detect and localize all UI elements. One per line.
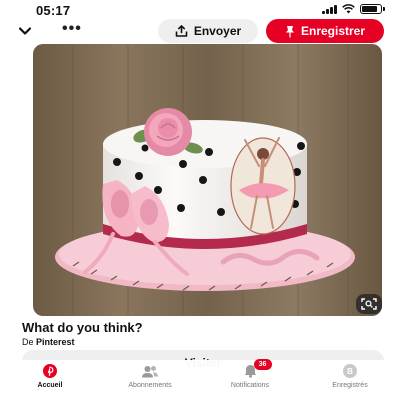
nav-item-home[interactable]: Accueil bbox=[10, 364, 90, 389]
pinterest-logo-icon bbox=[43, 364, 57, 378]
source-prefix: De bbox=[22, 337, 34, 347]
nav-label-notifications: Notifications bbox=[230, 382, 270, 389]
pin-image[interactable] bbox=[33, 44, 382, 316]
pin-title: What do you think? bbox=[22, 320, 143, 335]
visual-search-button[interactable] bbox=[356, 294, 382, 314]
save-label: Enregistrer bbox=[300, 24, 366, 38]
more-icon[interactable]: ••• bbox=[62, 20, 82, 38]
visual-search-icon bbox=[361, 298, 377, 310]
pin-icon bbox=[285, 25, 294, 37]
pin-source: De Pinterest bbox=[22, 337, 75, 347]
people-icon bbox=[142, 365, 158, 377]
status-bar: 05:17 bbox=[0, 0, 400, 20]
nav-label-saved: Enregistrés bbox=[332, 382, 368, 389]
send-label: Envoyer bbox=[193, 24, 242, 38]
nav-item-following[interactable]: Abonnements bbox=[110, 364, 190, 389]
wifi-icon bbox=[342, 4, 355, 14]
notification-badge: 36 bbox=[253, 359, 272, 370]
chevron-down-icon[interactable] bbox=[16, 22, 34, 40]
nav-label-following: Abonnements bbox=[128, 382, 172, 389]
signal-icon bbox=[322, 4, 337, 14]
profile-icon: B bbox=[343, 364, 357, 378]
source-name[interactable]: Pinterest bbox=[36, 337, 75, 347]
battery-icon bbox=[360, 4, 385, 14]
status-icons bbox=[322, 4, 385, 14]
share-icon bbox=[175, 25, 188, 37]
send-button[interactable]: Envoyer bbox=[158, 19, 258, 43]
cake-image bbox=[33, 44, 382, 316]
nav-label-home: Accueil bbox=[37, 382, 63, 389]
nav-item-saved[interactable]: B Enregistrés bbox=[310, 364, 390, 389]
top-toolbar: ••• Envoyer Enregistrer bbox=[0, 18, 400, 44]
svg-text:B: B bbox=[347, 367, 353, 376]
status-time: 05:17 bbox=[36, 3, 71, 18]
save-button[interactable]: Enregistrer bbox=[266, 19, 384, 43]
nav-item-notifications[interactable]: 36 Notifications bbox=[210, 359, 290, 389]
bottom-nav: Accueil Abonnements 36 Notifications B E… bbox=[0, 359, 400, 400]
